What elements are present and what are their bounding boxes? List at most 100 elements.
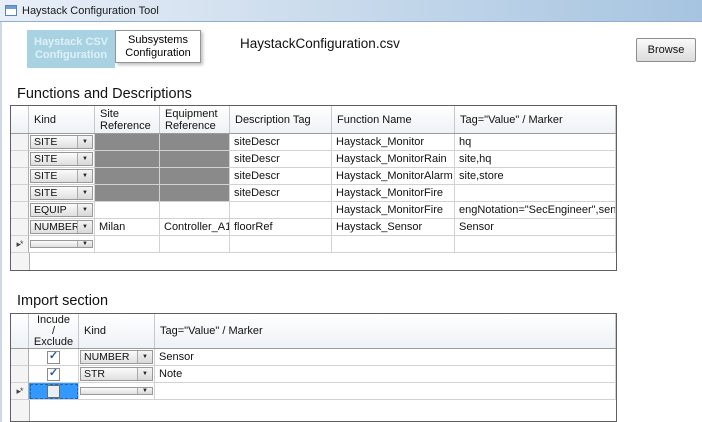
kind-dropdown[interactable]: EQUIP ▼ <box>30 203 93 217</box>
app-icon <box>5 5 17 16</box>
tag-marker-cell[interactable]: Sensor <box>455 219 616 236</box>
kind-dropdown[interactable]: ▼ <box>80 387 153 395</box>
browse-button[interactable]: Browse <box>636 38 696 62</box>
functions-section-title: Functions and Descriptions <box>17 86 192 102</box>
function-name-cell[interactable]: Haystack_Sensor <box>332 219 455 236</box>
column-header-function-name[interactable]: Function Name <box>332 106 455 133</box>
window-left-border <box>0 22 2 422</box>
check-icon: ✓ <box>49 368 58 379</box>
equipment-reference-cell[interactable] <box>160 236 230 253</box>
kind-dropdown[interactable]: NUMBER ▼ <box>80 350 153 364</box>
import-section-title: Import section <box>17 293 108 309</box>
row-header[interactable] <box>11 151 29 168</box>
chevron-down-icon: ▼ <box>77 187 92 199</box>
row-header[interactable] <box>11 202 29 219</box>
tab-haystack-csv-configuration[interactable]: Haystack CSV Configuration <box>27 30 115 68</box>
tag-marker-cell[interactable]: Note <box>155 366 616 383</box>
window-title: Haystack Configuration Tool <box>22 5 159 17</box>
equipment-reference-cell <box>160 134 230 151</box>
site-reference-cell[interactable] <box>95 236 160 253</box>
function-name-cell[interactable]: Haystack_MonitorRain <box>332 151 455 168</box>
include-checkbox[interactable]: ✓ <box>47 368 60 381</box>
tag-marker-cell[interactable]: site,hq <box>455 151 616 168</box>
column-header-site-reference[interactable]: Site Reference <box>95 106 160 133</box>
column-header-description-tag[interactable]: Description Tag <box>230 106 332 133</box>
site-reference-cell <box>95 151 160 168</box>
tab-subsystems-configuration[interactable]: Subsystems Configuration <box>115 30 201 63</box>
tag-marker-cell[interactable]: site,store <box>455 168 616 185</box>
new-row-indicator-icon: ▸* <box>16 386 22 397</box>
kind-dropdown[interactable]: SITE ▼ <box>30 135 93 149</box>
titlebar[interactable]: Haystack Configuration Tool <box>0 0 702 22</box>
table-row: NUMBER ▼ Milan Controller_A1 floorRef Ha… <box>11 219 616 236</box>
new-row-indicator-icon: ▸* <box>16 239 22 250</box>
include-checkbox[interactable] <box>47 385 60 398</box>
kind-dropdown[interactable]: SITE ▼ <box>30 152 93 166</box>
column-header-selector[interactable] <box>11 106 29 133</box>
row-header[interactable] <box>11 349 29 366</box>
description-tag-cell[interactable]: siteDescr <box>230 151 332 168</box>
include-checkbox[interactable]: ✓ <box>47 351 60 364</box>
kind-dropdown[interactable]: SITE ▼ <box>30 169 93 183</box>
column-header-tag-marker[interactable]: Tag="Value" / Marker <box>155 314 616 348</box>
equipment-reference-cell[interactable]: Controller_A1 <box>160 219 230 236</box>
site-reference-cell[interactable]: Milan <box>95 219 160 236</box>
description-tag-cell[interactable]: siteDescr <box>230 134 332 151</box>
description-tag-cell[interactable]: siteDescr <box>230 185 332 202</box>
row-header[interactable] <box>11 366 29 383</box>
table-row-new: ▸* ▼ <box>11 383 616 400</box>
tag-marker-cell[interactable] <box>455 236 616 253</box>
kind-dropdown[interactable]: ▼ <box>30 240 93 248</box>
description-tag-cell[interactable]: floorRef <box>230 219 332 236</box>
csv-filename-label: HaystackConfiguration.csv <box>240 36 400 51</box>
site-reference-cell[interactable] <box>95 202 160 219</box>
kind-cell: ▼ <box>29 236 95 253</box>
site-reference-cell <box>95 168 160 185</box>
column-header-include-exclude[interactable]: Incude / Exclude <box>29 314 79 348</box>
column-header-selector[interactable] <box>11 314 29 348</box>
column-header-kind[interactable]: Kind <box>79 314 155 348</box>
description-tag-cell[interactable]: siteDescr <box>230 168 332 185</box>
function-name-cell[interactable] <box>332 236 455 253</box>
row-header[interactable] <box>11 168 29 185</box>
row-header[interactable] <box>11 185 29 202</box>
kind-cell: SITE ▼ <box>29 185 95 202</box>
table-row-new: ▸* ▼ <box>11 236 616 253</box>
description-tag-cell[interactable] <box>230 202 332 219</box>
equipment-reference-cell <box>160 185 230 202</box>
tag-marker-cell[interactable]: hq <box>455 134 616 151</box>
table-row: EQUIP ▼ Haystack_MonitorFire engNotation… <box>11 202 616 219</box>
function-name-cell[interactable]: Haystack_Monitor <box>332 134 455 151</box>
kind-dropdown[interactable]: NUMBER ▼ <box>30 220 93 234</box>
kind-cell: STR ▼ <box>79 366 155 383</box>
row-header[interactable]: ▸* <box>11 383 29 400</box>
function-name-cell[interactable]: Haystack_MonitorFire <box>332 185 455 202</box>
tag-marker-cell[interactable]: engNotation="SecEngineer",sensor <box>455 202 616 219</box>
description-tag-cell[interactable] <box>230 236 332 253</box>
chevron-down-icon: ▼ <box>77 153 92 165</box>
row-header[interactable]: ▸* <box>11 236 29 253</box>
tag-marker-cell[interactable]: Sensor <box>155 349 616 366</box>
chevron-down-icon: ▼ <box>77 170 92 182</box>
table-row: ✓ NUMBER ▼ Sensor <box>11 349 616 366</box>
column-header-kind[interactable]: Kind <box>29 106 95 133</box>
function-name-cell[interactable]: Haystack_MonitorAlarm <box>332 168 455 185</box>
site-reference-cell <box>95 134 160 151</box>
kind-dropdown[interactable]: STR ▼ <box>80 367 153 381</box>
column-header-equipment-reference[interactable]: Equipment Reference <box>160 106 230 133</box>
tag-marker-cell[interactable] <box>155 383 616 400</box>
equipment-reference-cell[interactable] <box>160 202 230 219</box>
functions-grid: Kind Site Reference Equipment Reference … <box>10 105 617 271</box>
table-row: SITE ▼ siteDescr Haystack_MonitorAlarm s… <box>11 168 616 185</box>
app-icon-bar <box>6 6 16 9</box>
chevron-down-icon: ▼ <box>77 136 92 148</box>
column-header-tag-marker[interactable]: Tag="Value" / Marker <box>455 106 616 133</box>
tag-marker-cell[interactable] <box>455 185 616 202</box>
row-header[interactable] <box>11 219 29 236</box>
function-name-cell[interactable]: Haystack_MonitorFire <box>332 202 455 219</box>
chevron-down-icon: ▼ <box>77 221 92 233</box>
table-row: SITE ▼ siteDescr Haystack_MonitorRain si… <box>11 151 616 168</box>
row-header[interactable] <box>11 134 29 151</box>
kind-dropdown[interactable]: SITE ▼ <box>30 186 93 200</box>
functions-grid-header: Kind Site Reference Equipment Reference … <box>11 106 616 134</box>
